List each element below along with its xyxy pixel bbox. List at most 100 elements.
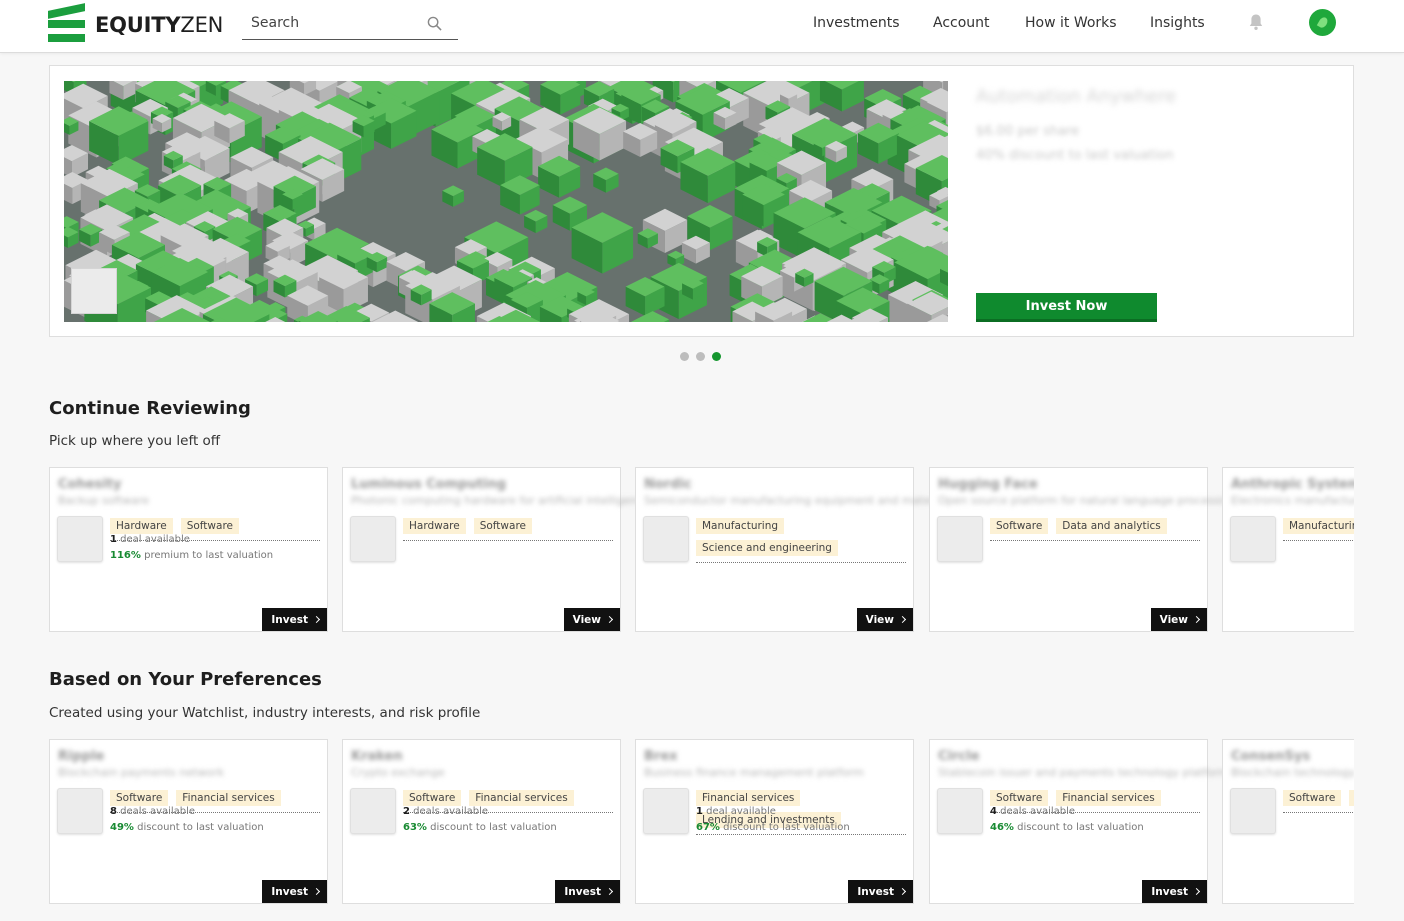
company-name[interactable]: Kraken: [351, 749, 403, 764]
button-label: Invest: [271, 613, 308, 626]
invest-button[interactable]: Invest: [848, 880, 913, 903]
company-card[interactable]: Hugging Face Open source platform for nat…: [929, 467, 1237, 632]
industry-tag: Software: [180, 518, 239, 534]
industry-tag: Financial services: [1349, 790, 1354, 806]
company-name[interactable]: Hugging Face: [938, 477, 1038, 492]
industry-tag: Software: [990, 790, 1049, 806]
equityzen-logo-icon: [48, 3, 85, 43]
invest-button[interactable]: Invest: [1142, 880, 1207, 903]
company-card[interactable]: Cohesity Backup software Hardware Software 1…: [49, 467, 328, 632]
company-card[interactable]: Nordic Semiconductor manufacturing equipm…: [635, 467, 954, 632]
company-card[interactable]: Brex Business finance management platform…: [635, 739, 914, 904]
featured-company-name[interactable]: Automation Anywhere: [976, 86, 1176, 107]
company-description: Electronics manufacturing: [1231, 494, 1354, 507]
valuation-change: 116% premium to last valuation: [110, 550, 274, 561]
carousel-dot[interactable]: [696, 352, 705, 361]
search-input[interactable]: [242, 8, 422, 38]
featured-discount: 40% discount to last valuation: [976, 148, 1174, 163]
company-logo: [643, 516, 689, 562]
valuation-change: 63% discount to last valuation: [403, 822, 557, 833]
carousel-dot-active[interactable]: [712, 352, 721, 361]
featured-company-image[interactable]: [64, 81, 948, 322]
company-name[interactable]: Circle: [938, 749, 979, 764]
company-description: Stablecoin issuer and payments technolog…: [938, 766, 1230, 779]
company-name[interactable]: Cohesity: [58, 477, 121, 492]
industry-tag: Financial services: [696, 790, 801, 806]
industry-tag: Manufacturing: [1283, 518, 1354, 534]
company-name[interactable]: ConsenSys: [1231, 749, 1310, 764]
industry-tags: Manufacturing Science and engineering: [696, 518, 906, 563]
invest-button[interactable]: Invest: [555, 880, 620, 903]
industry-tag: Software: [110, 790, 169, 806]
company-name[interactable]: Ripple: [58, 749, 104, 764]
company-description: Blockchain payments network: [58, 766, 224, 779]
chevron-right-icon: [605, 887, 614, 896]
company-name[interactable]: Nordic: [644, 477, 692, 492]
company-description: Photonic computing hardware for artifici…: [351, 494, 650, 507]
industry-tag: Hardware: [403, 518, 466, 534]
featured-price-per-share: $6.00 per share: [976, 124, 1080, 139]
company-description: Blockchain technology: [1231, 766, 1354, 779]
chevron-right-icon: [312, 615, 321, 624]
invest-button[interactable]: Invest: [262, 608, 327, 631]
industry-tag: Financial services: [1056, 790, 1161, 806]
search-icon[interactable]: [427, 16, 442, 31]
button-label: View: [1159, 613, 1188, 626]
industry-tag: Software: [403, 790, 462, 806]
nav-account[interactable]: Account: [933, 15, 990, 31]
nav-insights[interactable]: Insights: [1150, 15, 1205, 31]
valuation-change: 46% discount to last valuation: [990, 822, 1144, 833]
preferences-cards: Ripple Blockchain payments network Softwar…: [49, 739, 1354, 904]
company-name[interactable]: Luminous Computing: [351, 477, 506, 492]
view-button[interactable]: View: [856, 608, 913, 631]
button-label: View: [572, 613, 601, 626]
company-description: Semiconductor manufacturing equipment an…: [644, 494, 954, 507]
company-logo: [643, 788, 689, 834]
chevron-right-icon: [312, 887, 321, 896]
industry-tags: Software Financial services: [1283, 790, 1354, 813]
company-logo: [350, 788, 396, 834]
user-avatar[interactable]: [1309, 9, 1336, 36]
invest-now-button[interactable]: Invest Now: [976, 293, 1157, 322]
industry-tags: Manufacturing: [1283, 518, 1354, 541]
company-card[interactable]: Luminous Computing Photonic computing har…: [342, 467, 650, 632]
invest-button[interactable]: Invest: [262, 880, 327, 903]
company-card[interactable]: Ripple Blockchain payments network Softwar…: [49, 739, 328, 904]
valuation-change: 67% discount to last valuation: [696, 822, 850, 833]
deals-available: 1 deal available: [696, 806, 776, 817]
company-logo: [57, 516, 103, 562]
company-name[interactable]: Brex: [644, 749, 678, 764]
industry-tag: Manufacturing: [696, 518, 785, 534]
valuation-change: 49% discount to last valuation: [110, 822, 264, 833]
industry-tag: Science and engineering: [696, 540, 838, 556]
company-card[interactable]: Anthropic Systems Electronics manufacturi…: [1222, 467, 1354, 632]
view-button[interactable]: View: [1150, 608, 1207, 631]
button-label: Invest: [271, 885, 308, 898]
industry-tag: Financial services: [176, 790, 281, 806]
continue-reviewing-subtitle: Pick up where you left off: [49, 433, 221, 449]
industry-tags: Software Data and analytics: [990, 518, 1200, 541]
company-card[interactable]: Circle Stablecoin issuer and payments tec…: [929, 739, 1229, 904]
top-navigation-bar: EQUITYZEN Investments Account How it Wor…: [0, 0, 1404, 53]
company-card[interactable]: ConsenSys Blockchain technology Software Fi…: [1222, 739, 1354, 904]
search-box: [242, 8, 458, 40]
equityzen-logo[interactable]: EQUITYZEN: [48, 3, 223, 43]
deals-available: 4 deals available: [990, 806, 1076, 817]
company-card[interactable]: Kraken Crypto exchange Software Financial s…: [342, 739, 621, 904]
chevron-right-icon: [1192, 887, 1201, 896]
carousel-dot[interactable]: [680, 352, 689, 361]
button-label: Invest: [857, 885, 894, 898]
continue-reviewing-heading: Continue Reviewing: [49, 398, 251, 419]
industry-tag: Data and analytics: [1056, 518, 1167, 534]
company-description: Business finance management platform: [644, 766, 864, 779]
featured-company-logo: [71, 268, 117, 314]
view-button[interactable]: View: [563, 608, 620, 631]
company-name[interactable]: Anthropic Systems: [1231, 477, 1354, 492]
chevron-right-icon: [898, 615, 907, 624]
nav-investments[interactable]: Investments: [813, 15, 900, 31]
company-description: Crypto exchange: [351, 766, 445, 779]
notifications-bell-icon[interactable]: [1248, 13, 1264, 31]
nav-how-it-works[interactable]: How it Works: [1025, 15, 1117, 31]
deals-available: 2 deals available: [403, 806, 489, 817]
chevron-right-icon: [605, 615, 614, 624]
